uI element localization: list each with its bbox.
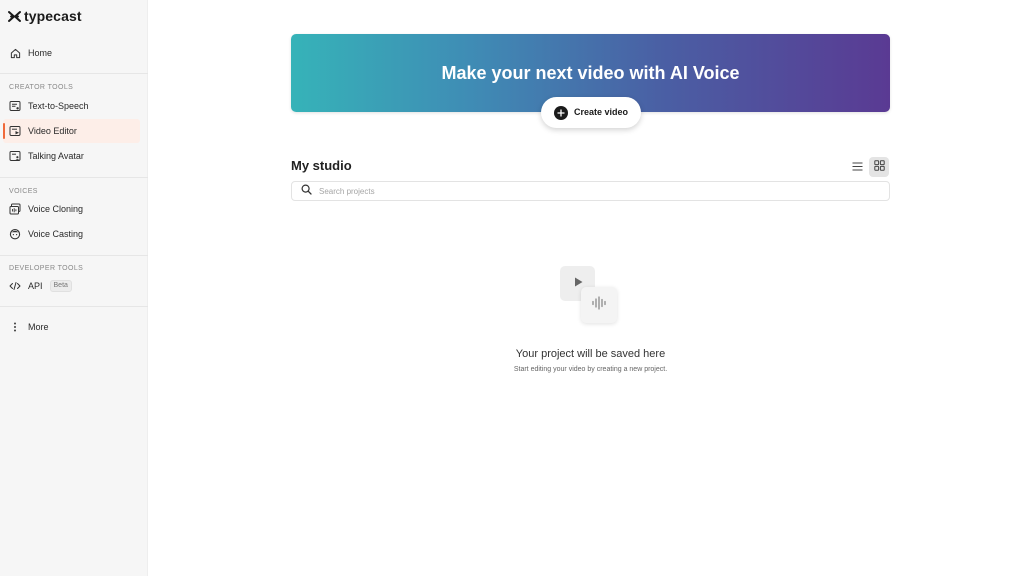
sidebar-item-label: Voice Cloning <box>28 204 84 214</box>
search-input[interactable] <box>319 186 859 196</box>
waveform-icon <box>591 295 607 315</box>
sidebar-divider <box>0 255 148 256</box>
sidebar-item-voice-casting[interactable]: Voice Casting <box>3 222 140 246</box>
list-view-button[interactable] <box>847 157 867 177</box>
sidebar-divider <box>0 306 148 307</box>
empty-state-illustration <box>560 266 620 326</box>
audio-card-graphic <box>581 287 617 323</box>
sidebar-item-more[interactable]: More <box>3 315 140 339</box>
sidebar-divider <box>0 177 148 178</box>
code-icon <box>9 280 21 292</box>
sidebar-item-home[interactable]: Home <box>3 41 140 65</box>
main-content: Make your next video with AI Voice Creat… <box>148 0 1024 576</box>
section-title-creator-tools: CREATOR TOOLS <box>9 84 74 91</box>
search-bar <box>291 181 890 201</box>
empty-state-title: Your project will be saved here <box>515 348 666 360</box>
sidebar-item-label: API <box>28 281 43 291</box>
sidebar-item-label: Talking Avatar <box>28 151 84 161</box>
grid-view-button[interactable] <box>869 157 889 177</box>
sidebar-item-voice-cloning[interactable]: Voice Cloning <box>3 197 140 221</box>
sidebar-item-video-editor[interactable]: Video Editor <box>3 119 140 143</box>
banner-title: Make your next video with AI Voice <box>441 63 740 83</box>
page-title: My studio <box>291 158 352 173</box>
voice-casting-icon <box>9 228 21 240</box>
plus-icon <box>554 105 568 120</box>
section-title-voices: VOICES <box>9 188 38 195</box>
video-editor-icon <box>9 125 21 137</box>
sidebar-item-text-to-speech[interactable]: Text-to-Speech <box>3 94 140 118</box>
talking-avatar-icon <box>9 150 21 162</box>
empty-state-subtitle: Start editing your video by creating a n… <box>513 366 668 373</box>
list-icon <box>852 158 863 176</box>
search-icon <box>301 182 312 200</box>
brand-name: typecast <box>24 8 82 24</box>
app: typecast Home CREATOR TOOLS Text-to-Spee… <box>0 0 1024 576</box>
more-vertical-icon <box>9 321 21 333</box>
section-title-developer-tools: DEVELOPER TOOLS <box>9 265 84 272</box>
sidebar-item-label: Text-to-Speech <box>28 101 89 111</box>
sidebar-item-label: More <box>28 322 49 332</box>
typecast-logo-icon <box>8 10 21 23</box>
sidebar-item-label: Video Editor <box>28 126 77 136</box>
create-video-label: Create video <box>574 107 629 117</box>
sidebar-item-talking-avatar[interactable]: Talking Avatar <box>3 144 140 168</box>
sidebar: typecast Home CREATOR TOOLS Text-to-Spee… <box>0 0 148 576</box>
sidebar-item-label: Voice Casting <box>28 229 84 239</box>
text-to-speech-icon <box>9 100 21 112</box>
home-icon <box>9 47 21 59</box>
typecast-logo[interactable]: typecast <box>8 8 82 24</box>
sidebar-divider <box>0 73 148 74</box>
voice-cloning-icon <box>9 203 21 215</box>
create-video-button[interactable]: Create video <box>541 97 641 128</box>
sidebar-item-api[interactable]: API Beta <box>3 274 140 298</box>
beta-badge: Beta <box>49 280 72 292</box>
grid-icon <box>873 158 885 176</box>
sidebar-item-label: Home <box>28 48 53 58</box>
